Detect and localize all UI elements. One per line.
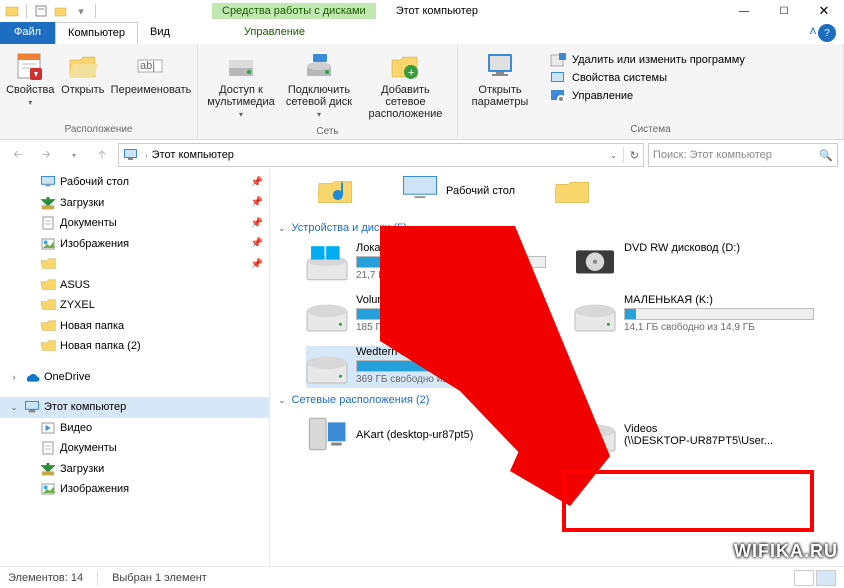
drive-item[interactable]: Wedtern Digital HDD (Z:)369 ГБ свободно … [306, 346, 546, 388]
tab-computer[interactable]: Компьютер [55, 22, 138, 44]
forward-button[interactable]: 🡢 [34, 143, 58, 167]
file-menu[interactable]: Файл [0, 22, 55, 44]
view-icons-button[interactable] [816, 570, 836, 586]
qat-explorer-icon [4, 3, 20, 19]
chevron-down-icon: ⌄ [278, 395, 286, 406]
watermark: WIFIKA.RU [734, 541, 838, 562]
sidebar-item[interactable]: Документы📌 [0, 213, 269, 234]
sidebar-item[interactable]: ZYXEL [0, 295, 269, 316]
sidebar-item[interactable]: ⌄Этот компьютер [0, 397, 269, 418]
folder-item[interactable] [555, 174, 599, 208]
sidebar-item[interactable]: Изображения📌 [0, 234, 269, 255]
minimize-button[interactable]: — [724, 0, 764, 22]
search-placeholder: Поиск: Этот компьютер [653, 149, 772, 161]
sidebar-item[interactable]: Новая папка [0, 316, 269, 337]
network-item[interactable]: Videos(\\DESKTOP-UR87PT5\User... [574, 414, 814, 456]
drive-item[interactable]: МАЛЕНЬКАЯ (K:)14,1 ГБ свободно из 14,9 Г… [574, 294, 814, 336]
contextual-tab-title: Средства работы с дисками [212, 3, 376, 19]
folder-item[interactable]: Рабочий стол [402, 174, 515, 208]
sidebar-item[interactable]: ›OneDrive [0, 367, 269, 388]
uninstall-programs-button[interactable]: Удалить или изменить программу [550, 52, 745, 68]
manage-button[interactable]: Управление [550, 88, 745, 104]
sidebar-item[interactable]: Новая папка (2) [0, 336, 269, 357]
add-network-location-button[interactable]: + Добавить сетевое расположение [360, 48, 451, 120]
view-details-button[interactable] [794, 570, 814, 586]
sidebar-item[interactable]: Изображения [0, 479, 269, 500]
ribbon-group-system-label: Система [458, 122, 843, 139]
search-icon: 🔍 [819, 149, 833, 162]
drive-item[interactable]: Локальный диск (C:)21,7 ГБ свободно из 5… [306, 242, 546, 284]
refresh-icon[interactable]: ↻ [630, 149, 639, 162]
media-access-button[interactable]: Доступ к мультимедиа ▾ [204, 48, 278, 119]
sidebar-item[interactable]: Рабочий стол📌 [0, 172, 269, 193]
section-network[interactable]: ⌄ Сетевые расположения (2) [278, 394, 836, 406]
thispc-icon [123, 147, 139, 163]
chevron-down-icon: ⌄ [278, 223, 286, 234]
ribbon-group-network-label: Сеть [198, 124, 457, 141]
breadcrumb[interactable]: › Этот компьютер [145, 149, 234, 161]
system-properties-button[interactable]: Свойства системы [550, 70, 745, 86]
address-bar[interactable]: › Этот компьютер ⌄ ↻ [118, 143, 644, 167]
statusbar-selected: Выбран 1 элемент [112, 572, 207, 584]
address-dropdown-icon[interactable]: ⌄ [610, 151, 617, 160]
sidebar-item[interactable]: Загрузки📌 [0, 193, 269, 214]
qat-newfolder-icon[interactable] [53, 3, 69, 19]
network-item[interactable]: AKart (desktop-ur87pt5) [306, 414, 546, 456]
maximize-button[interactable]: ☐ [764, 0, 804, 22]
drive-item[interactable]: DVD RW дисковод (D:) [574, 242, 814, 284]
map-drive-button[interactable]: Подключить сетевой диск ▾ [282, 48, 356, 119]
open-button[interactable]: Открыть [59, 48, 108, 96]
tab-manage[interactable]: Управление [232, 22, 317, 44]
sidebar-item[interactable]: Загрузки [0, 459, 269, 480]
qat-properties-icon[interactable] [33, 3, 49, 19]
folder-item[interactable] [318, 174, 362, 208]
help-button[interactable]: ? [818, 24, 836, 42]
ribbon-group-location-label: Расположение [0, 122, 197, 139]
svg-text:ab|: ab| [140, 60, 155, 72]
recent-dropdown[interactable]: ▾ [62, 143, 86, 167]
window-title: Этот компьютер [396, 5, 478, 17]
close-button[interactable]: ✕ [804, 0, 844, 22]
back-button[interactable]: 🡠 [6, 143, 30, 167]
qat-dropdown-icon[interactable]: ▾ [73, 3, 89, 19]
sidebar-item[interactable]: Видео [0, 418, 269, 439]
properties-button[interactable]: Свойства ▾ [6, 48, 55, 107]
up-button[interactable]: 🡡 [90, 143, 114, 167]
statusbar-count: Элементов: 14 [8, 572, 83, 584]
search-input[interactable]: Поиск: Этот компьютер 🔍 [648, 143, 838, 167]
section-devices[interactable]: ⌄ Устройства и диски (5) [278, 222, 836, 234]
tab-view[interactable]: Вид [138, 22, 182, 44]
annotation-highlight [562, 470, 814, 532]
sidebar-item[interactable]: 📌 [0, 254, 269, 275]
svg-text:+: + [408, 67, 414, 79]
sidebar-item[interactable]: Документы [0, 438, 269, 459]
sidebar-item[interactable]: ASUS [0, 275, 269, 296]
ribbon-collapse-icon[interactable]: ᐱ [810, 26, 816, 44]
drive-item[interactable]: Volume (E:)185 ГБ свободно из [306, 294, 546, 336]
rename-button[interactable]: ab| Переименовать [111, 48, 191, 96]
open-settings-button[interactable]: Открыть параметры [464, 48, 536, 108]
